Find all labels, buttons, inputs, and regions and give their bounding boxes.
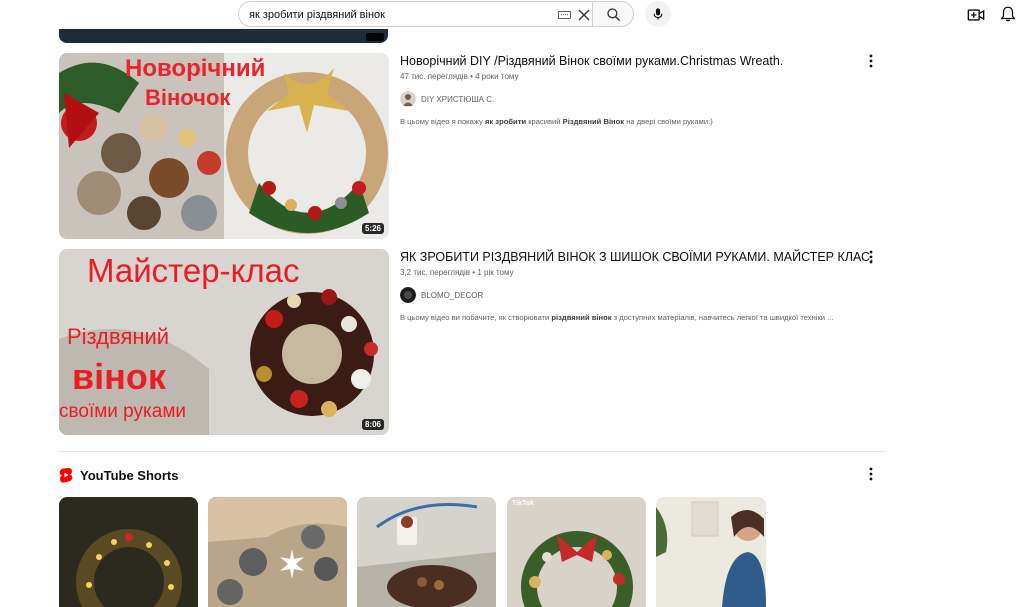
create-video-icon[interactable] — [967, 6, 985, 24]
meta-separator: • — [472, 268, 476, 277]
notifications-bell-icon[interactable] — [999, 5, 1017, 23]
short-image — [656, 497, 766, 607]
view-count: 47 тис. переглядів — [400, 72, 468, 81]
search-button[interactable] — [592, 1, 634, 27]
upload-age: 4 роки тому — [475, 72, 519, 81]
channel-link[interactable]: BLOMO_DECOR — [400, 287, 870, 303]
keyboard-icon[interactable] — [558, 11, 571, 19]
video-metadata: 3,2 тис. переглядів • 1 рік тому — [400, 268, 870, 277]
microphone-icon — [653, 8, 663, 20]
shorts-more-actions-icon[interactable] — [863, 466, 879, 482]
short-thumbnail[interactable]: TikTok — [507, 497, 646, 607]
voice-search-button[interactable] — [645, 1, 671, 27]
video-metadata: 47 тис. переглядів • 4 роки тому — [400, 72, 870, 81]
short-image — [59, 497, 198, 607]
more-actions-icon[interactable] — [863, 249, 879, 265]
clear-search-icon[interactable] — [576, 7, 592, 23]
channel-avatar[interactable] — [400, 287, 416, 303]
short-image — [208, 497, 347, 607]
search-icon — [607, 8, 621, 22]
short-thumbnail[interactable] — [208, 497, 347, 607]
channel-avatar[interactable] — [400, 91, 416, 107]
thumbnail-caption-line-1: Новорічний — [125, 55, 265, 82]
thumbnail-image: Майстер-клас Різдвяний вінок своїми рука… — [59, 249, 389, 435]
section-divider — [59, 451, 885, 452]
thumbnail-caption-line-4: своїми руками — [59, 401, 186, 422]
masthead — [0, 0, 1024, 32]
video-title[interactable]: ЯК ЗРОБИТИ РІЗДВЯНИЙ ВІНОК З ШИШОК СВОЇМ… — [400, 249, 874, 265]
channel-link[interactable]: DIY ХРИСТЮША С. — [400, 91, 870, 107]
channel-name[interactable]: BLOMO_DECOR — [421, 291, 483, 300]
view-count: 3,2 тис. переглядів — [400, 268, 471, 277]
thumbnail-image: Новорічний Віночок — [59, 53, 389, 239]
youtube-shorts-logo-icon — [59, 468, 73, 483]
video-title[interactable]: Новорічний DIY /Різдвяний Вінок своїми р… — [400, 53, 870, 69]
short-image — [507, 497, 646, 607]
thumbnail-caption-line-3: вінок — [72, 356, 167, 397]
video-thumbnail[interactable]: Новорічний Віночок 5:26 — [59, 53, 389, 239]
more-actions-icon[interactable] — [863, 53, 879, 69]
video-result[interactable]: Новорічний Віночок 5:26 Новорічний DIY /… — [59, 53, 889, 239]
duration-badge: 8:06 — [361, 419, 384, 430]
shorts-shelf-title: YouTube Shorts — [80, 467, 179, 483]
tiktok-watermark: TikTok — [512, 500, 534, 507]
shorts-shelf-header: YouTube Shorts — [59, 466, 178, 484]
short-thumbnail[interactable] — [59, 497, 198, 607]
duration-badge: 5:26 — [361, 223, 384, 234]
short-thumbnail[interactable] — [656, 497, 766, 607]
meta-separator: • — [470, 72, 473, 81]
video-thumbnail[interactable]: Майстер-клас Різдвяний вінок своїми рука… — [59, 249, 389, 435]
upload-age: 1 рік тому — [477, 268, 514, 277]
thumbnail-caption-line-2: Різдвяний — [67, 324, 169, 349]
previous-video-thumbnail[interactable] — [59, 29, 388, 43]
video-description-snippet: В цьому відео ви побачите, як створювати… — [400, 313, 834, 322]
short-thumbnail[interactable] — [357, 497, 496, 607]
video-description-snippet: В цьому відео я покажу як зробити красив… — [400, 117, 713, 126]
previous-video-duration-badge — [366, 33, 384, 41]
search-input[interactable] — [249, 6, 539, 24]
short-image — [357, 497, 496, 607]
video-result[interactable]: Майстер-клас Різдвяний вінок своїми рука… — [59, 249, 889, 435]
search-box[interactable] — [238, 1, 592, 27]
thumbnail-caption-line-2: Віночок — [145, 85, 231, 110]
channel-name[interactable]: DIY ХРИСТЮША С. — [421, 95, 494, 104]
thumbnail-caption-line-1: Майстер-клас — [87, 252, 300, 289]
